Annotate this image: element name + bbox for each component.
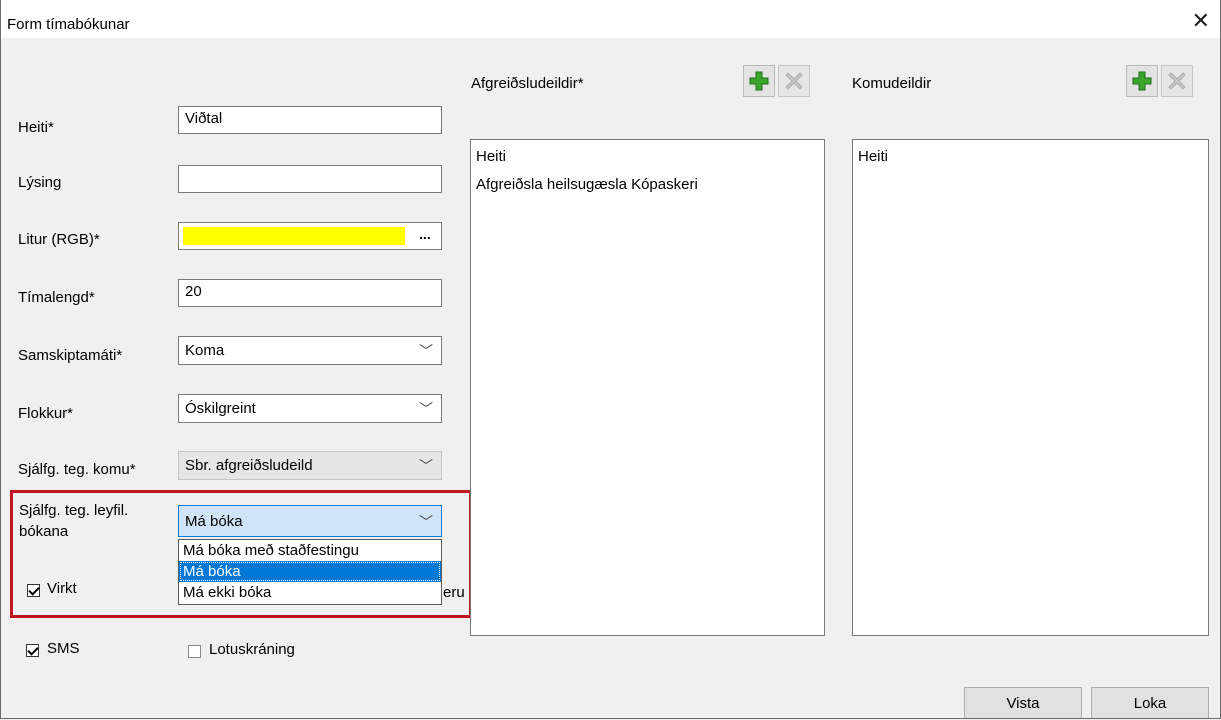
list-item[interactable]: Afgreiðsla heilsugæsla Kópaskeri	[476, 176, 698, 193]
dialog-window: Form tímabókunar ✕ Heiti* Viðtal Lýsing …	[0, 0, 1221, 719]
sjalfg-komu-select[interactable]: Sbr. afgreiðsludeild ﹀	[178, 451, 442, 480]
close-button[interactable]: Loka	[1091, 687, 1209, 718]
add-komudeild-button[interactable]	[1126, 65, 1158, 97]
remove-afgreidsludeild-button[interactable]	[778, 65, 810, 97]
virkt-checkbox[interactable]	[27, 584, 40, 597]
flokkur-select[interactable]: Óskilgreint ﹀	[178, 394, 442, 423]
save-button[interactable]: Vista	[964, 687, 1082, 718]
flokkur-value: Óskilgreint	[185, 400, 256, 417]
add-afgreidsludeild-button[interactable]	[743, 65, 775, 97]
sjalfg-leyfil-select[interactable]: Má bóka ﹀	[178, 505, 442, 537]
window-title: Form tímabókunar	[7, 16, 130, 33]
lotuskraning-label: Lotuskráning	[209, 641, 295, 658]
timalengd-input[interactable]: 20	[178, 279, 442, 307]
dropdown-option-selected[interactable]: Má bóka	[179, 561, 441, 582]
virkt-label: Virkt	[47, 580, 77, 597]
samskiptamati-value: Koma	[185, 342, 225, 359]
sms-checkbox[interactable]	[26, 644, 39, 657]
samskiptamati-select[interactable]: Koma ﹀	[178, 336, 442, 365]
afgreidsludeildir-title: Afgreiðsludeildir*	[471, 75, 584, 92]
sjalfg-leyfil-label-line2: bókana	[19, 523, 69, 540]
close-icon[interactable]: ✕	[1192, 10, 1210, 32]
dropdown-option[interactable]: Má ekki bóka	[179, 582, 441, 603]
samskiptamati-label: Samskiptamáti*	[18, 347, 123, 364]
green-plus-icon	[1132, 71, 1152, 91]
sjalfg-leyfil-dropdown-list: Má bóka með staðfestingu Má bóka Má ekki…	[178, 539, 442, 605]
dropdown-option[interactable]: Má bóka með staðfestingu	[179, 540, 441, 561]
chevron-down-icon: ﹀	[419, 514, 433, 530]
heiti-input[interactable]: Viðtal	[178, 106, 442, 134]
timalengd-label: Tímalengd*	[18, 289, 95, 306]
komudeildir-title: Komudeildir	[852, 75, 932, 92]
sjalfg-komu-value: Sbr. afgreiðsludeild	[185, 457, 313, 474]
color-picker-button[interactable]: ...	[411, 225, 439, 247]
color-swatch	[183, 227, 405, 245]
sjalfg-leyfil-value: Má bóka	[185, 513, 243, 530]
heiti-label: Heiti*	[18, 119, 54, 136]
green-plus-icon	[749, 71, 769, 91]
column-header-heiti: Heiti	[476, 148, 507, 165]
title-bar: Form tímabókunar ✕	[1, 0, 1220, 38]
color-picker-field[interactable]: ...	[178, 222, 442, 250]
chevron-down-icon: ﹀	[419, 343, 433, 359]
lysing-label: Lýsing	[18, 174, 62, 191]
chevron-down-icon: ﹀	[419, 401, 433, 417]
sjalfg-leyfil-label-line1: Sjálfg. teg. leyfil.	[19, 502, 129, 519]
afgreidsludeildir-list[interactable]: Heiti Afgreiðsla heilsugæsla Kópaskeri	[470, 139, 825, 636]
remove-komudeild-button[interactable]	[1161, 65, 1193, 97]
gray-x-icon	[785, 72, 803, 90]
sjalfg-komu-label: Sjálfg. teg. komu*	[18, 461, 136, 478]
sms-label: SMS	[47, 640, 80, 657]
lysing-input[interactable]	[178, 165, 442, 193]
komudeildir-list[interactable]: Heiti	[852, 139, 1209, 636]
column-header-heiti: Heiti	[858, 148, 889, 165]
gray-x-icon	[1168, 72, 1186, 90]
partial-label: eru	[443, 584, 465, 601]
flokkur-label: Flokkur*	[18, 405, 74, 422]
lotuskraning-checkbox[interactable]	[188, 645, 201, 658]
litur-label: Litur (RGB)*	[18, 231, 100, 248]
chevron-down-icon: ﹀	[419, 458, 433, 474]
